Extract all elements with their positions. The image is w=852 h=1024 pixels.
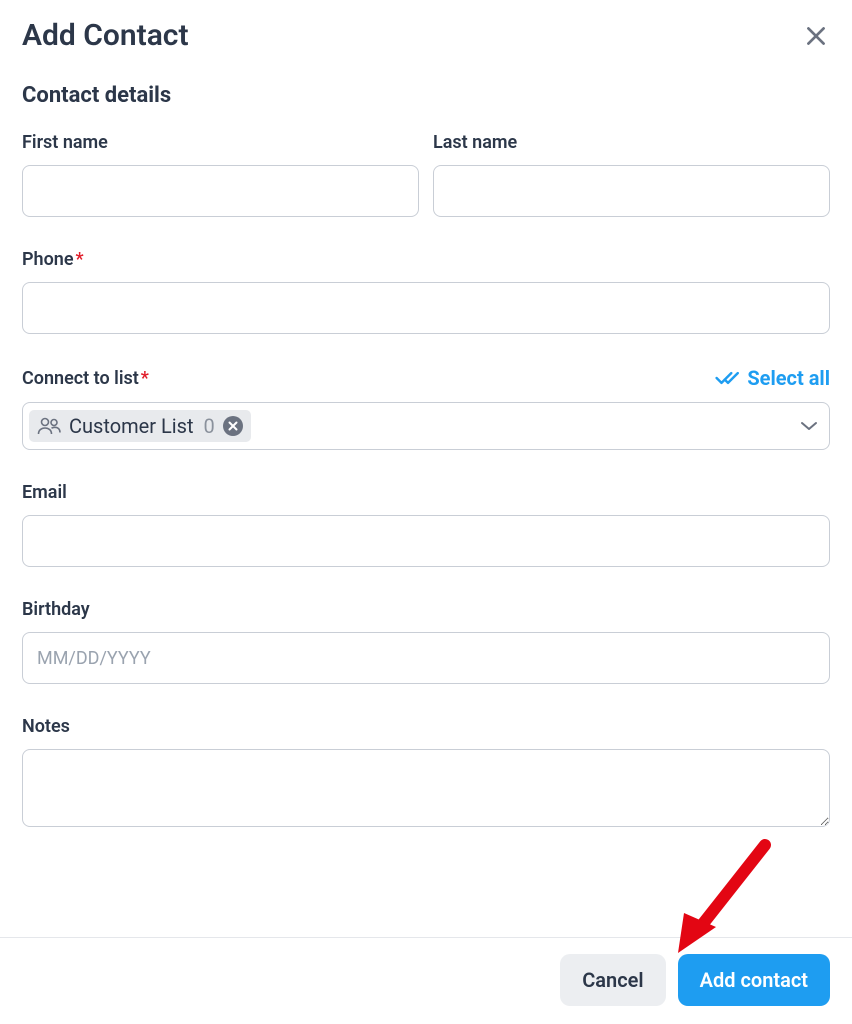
x-icon [228, 421, 238, 431]
cancel-button[interactable]: Cancel [560, 954, 665, 1006]
notes-field: Notes [22, 716, 830, 831]
close-icon [803, 23, 829, 49]
first-name-label: First name [22, 132, 419, 153]
email-label: Email [22, 482, 830, 503]
double-check-icon [715, 369, 741, 387]
modal-header: Add Contact [22, 18, 830, 53]
last-name-input[interactable] [433, 165, 830, 217]
modal-footer: Cancel Add contact [0, 937, 852, 1024]
people-icon [37, 417, 61, 435]
notes-textarea[interactable] [22, 749, 830, 827]
last-name-field: Last name [433, 132, 830, 217]
close-button[interactable] [802, 22, 830, 50]
birthday-input[interactable] [22, 632, 830, 684]
phone-input[interactable] [22, 282, 830, 334]
phone-label-text: Phone [22, 249, 74, 270]
section-title: Contact details [22, 83, 830, 108]
birthday-label: Birthday [22, 599, 830, 620]
connect-to-list-select[interactable]: Customer List 0 [22, 402, 830, 450]
email-field: Email [22, 482, 830, 567]
list-chip: Customer List 0 [29, 410, 251, 442]
select-all-button[interactable]: Select all [715, 366, 830, 390]
notes-label: Notes [22, 716, 830, 737]
birthday-field: Birthday [22, 599, 830, 684]
modal-title: Add Contact [22, 18, 189, 53]
add-contact-button[interactable]: Add contact [678, 954, 830, 1006]
add-contact-modal: Add Contact Contact details First name L… [0, 0, 852, 831]
phone-field: Phone* [22, 249, 830, 334]
first-name-field: First name [22, 132, 419, 217]
connect-to-list-field: Connect to list* Select all Customer Lis… [22, 366, 830, 450]
connect-to-list-label-text: Connect to list [22, 368, 139, 389]
required-asterisk: * [76, 249, 84, 270]
chip-name: Customer List [69, 414, 194, 438]
chevron-down-icon [799, 417, 819, 436]
chip-remove-button[interactable] [223, 416, 243, 436]
last-name-label: Last name [433, 132, 830, 153]
phone-label: Phone* [22, 249, 830, 270]
chip-count: 0 [204, 414, 215, 438]
connect-to-list-label: Connect to list* [22, 368, 149, 389]
required-asterisk: * [141, 368, 149, 389]
first-name-input[interactable] [22, 165, 419, 217]
email-input[interactable] [22, 515, 830, 567]
select-all-label: Select all [747, 366, 830, 390]
